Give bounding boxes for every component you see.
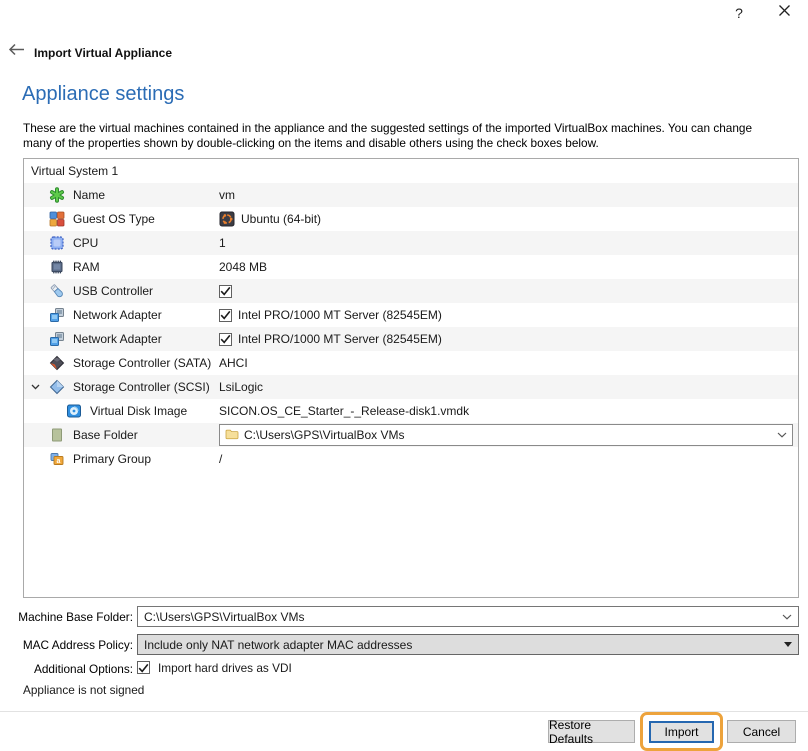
table-row-network-adapter-1[interactable]: Network Adapter Intel PRO/1000 MT Server … bbox=[24, 303, 798, 327]
folder-icon bbox=[225, 428, 239, 443]
machine-base-folder-value: C:\Users\GPS\VirtualBox VMs bbox=[144, 610, 782, 624]
restore-defaults-button[interactable]: Restore Defaults bbox=[548, 720, 635, 743]
row-label: Network Adapter bbox=[73, 308, 162, 322]
footer-separator bbox=[0, 711, 808, 712]
row-label: Storage Controller (SCSI) bbox=[73, 380, 210, 394]
row-checkbox[interactable] bbox=[219, 285, 232, 298]
row-label: Storage Controller (SATA) bbox=[73, 356, 211, 370]
base-folder-icon bbox=[49, 427, 65, 443]
name-icon bbox=[49, 187, 65, 203]
row-value: Intel PRO/1000 MT Server (82545EM) bbox=[238, 332, 442, 346]
row-label: Virtual Disk Image bbox=[90, 404, 187, 418]
row-label: Primary Group bbox=[73, 452, 151, 466]
row-label: Network Adapter bbox=[73, 332, 162, 346]
scsi-icon bbox=[49, 379, 65, 395]
table-row-primary-group[interactable]: a Primary Group / bbox=[24, 447, 798, 471]
row-label: Name bbox=[73, 188, 105, 202]
sata-icon bbox=[49, 355, 65, 371]
back-button[interactable] bbox=[8, 45, 26, 59]
mac-address-policy-label: MAC Address Policy: bbox=[0, 638, 133, 652]
row-label: USB Controller bbox=[73, 284, 153, 298]
table-row-usb-controller[interactable]: USB Controller bbox=[24, 279, 798, 303]
network-icon bbox=[49, 331, 65, 347]
row-checkbox[interactable] bbox=[219, 333, 232, 346]
row-value: Intel PRO/1000 MT Server (82545EM) bbox=[238, 308, 442, 322]
row-value: Ubuntu (64-bit) bbox=[241, 212, 321, 226]
row-value: LsiLogic bbox=[219, 380, 263, 394]
row-value: 1 bbox=[219, 236, 226, 250]
row-value: SICON.OS_CE_Starter_-_Release-disk1.vmdk bbox=[219, 404, 469, 418]
signature-note: Appliance is not signed bbox=[23, 683, 144, 697]
wizard-title: Import Virtual Appliance bbox=[34, 46, 172, 60]
mac-address-policy-value: Include only NAT network adapter MAC add… bbox=[144, 638, 784, 652]
help-button[interactable]: ? bbox=[730, 4, 748, 22]
import-button[interactable]: Import bbox=[649, 721, 714, 743]
import-vdi-checkbox-label[interactable]: Import hard drives as VDI bbox=[158, 661, 292, 675]
row-label: Guest OS Type bbox=[73, 212, 155, 226]
close-button[interactable] bbox=[774, 4, 794, 22]
usb-icon bbox=[49, 283, 65, 299]
expand-chevron-icon[interactable] bbox=[31, 384, 49, 390]
group-icon: a bbox=[49, 451, 65, 467]
close-icon bbox=[778, 4, 791, 22]
table-row-guest-os-type[interactable]: Guest OS Type Ubuntu (64-bit) bbox=[24, 207, 798, 231]
cancel-button[interactable]: Cancel bbox=[727, 720, 796, 743]
chevron-down-icon[interactable] bbox=[782, 614, 792, 620]
table-row-storage-controller-sata[interactable]: Storage Controller (SATA) AHCI bbox=[24, 351, 798, 375]
ubuntu-icon bbox=[219, 211, 235, 227]
row-value: AHCI bbox=[219, 356, 248, 370]
machine-base-folder-combobox[interactable]: C:\Users\GPS\VirtualBox VMs bbox=[137, 606, 799, 627]
os-icon bbox=[49, 211, 65, 227]
row-checkbox[interactable] bbox=[219, 309, 232, 322]
machine-base-folder-label: Machine Base Folder: bbox=[0, 610, 133, 624]
row-label: CPU bbox=[73, 236, 98, 250]
row-label: Base Folder bbox=[73, 428, 138, 442]
table-row-storage-controller-scsi[interactable]: Storage Controller (SCSI) LsiLogic bbox=[24, 375, 798, 399]
table-row-virtual-disk-image[interactable]: Virtual Disk Image SICON.OS_CE_Starter_-_… bbox=[24, 399, 798, 423]
row-value: vm bbox=[219, 188, 235, 202]
row-value: 2048 MB bbox=[219, 260, 267, 274]
import-vdi-checkbox[interactable] bbox=[137, 661, 150, 674]
network-icon bbox=[49, 307, 65, 323]
dropdown-arrow-icon bbox=[784, 642, 792, 647]
table-row-ram[interactable]: RAM 2048 MB bbox=[24, 255, 798, 279]
page-description: These are the virtual machines contained… bbox=[23, 121, 780, 151]
virtual-system-header: Virtual System 1 bbox=[24, 159, 798, 183]
base-folder-combobox[interactable]: C:\Users\GPS\VirtualBox VMs bbox=[219, 424, 793, 446]
page-title: Appliance settings bbox=[22, 83, 184, 106]
ram-icon bbox=[49, 259, 65, 275]
chevron-down-icon[interactable] bbox=[777, 432, 787, 438]
combo-value: C:\Users\GPS\VirtualBox VMs bbox=[244, 428, 772, 442]
mac-address-policy-dropdown[interactable]: Include only NAT network adapter MAC add… bbox=[137, 634, 799, 655]
table-row-base-folder[interactable]: Base Folder C:\Users\GPS\VirtualBox VMs bbox=[24, 423, 798, 447]
table-row-cpu[interactable]: CPU 1 bbox=[24, 231, 798, 255]
back-arrow-icon bbox=[8, 43, 25, 61]
svg-text:a: a bbox=[57, 458, 61, 465]
disk-icon bbox=[66, 403, 82, 419]
row-value: / bbox=[219, 452, 222, 466]
table-row-network-adapter-2[interactable]: Network Adapter Intel PRO/1000 MT Server … bbox=[24, 327, 798, 351]
appliance-settings-table: Virtual System 1 Name vm Guest OS Type Ubun… bbox=[23, 158, 799, 598]
additional-options-label: Additional Options: bbox=[0, 662, 133, 676]
table-row-name[interactable]: Name vm bbox=[24, 183, 798, 207]
cpu-icon bbox=[49, 235, 65, 251]
row-label: RAM bbox=[73, 260, 100, 274]
